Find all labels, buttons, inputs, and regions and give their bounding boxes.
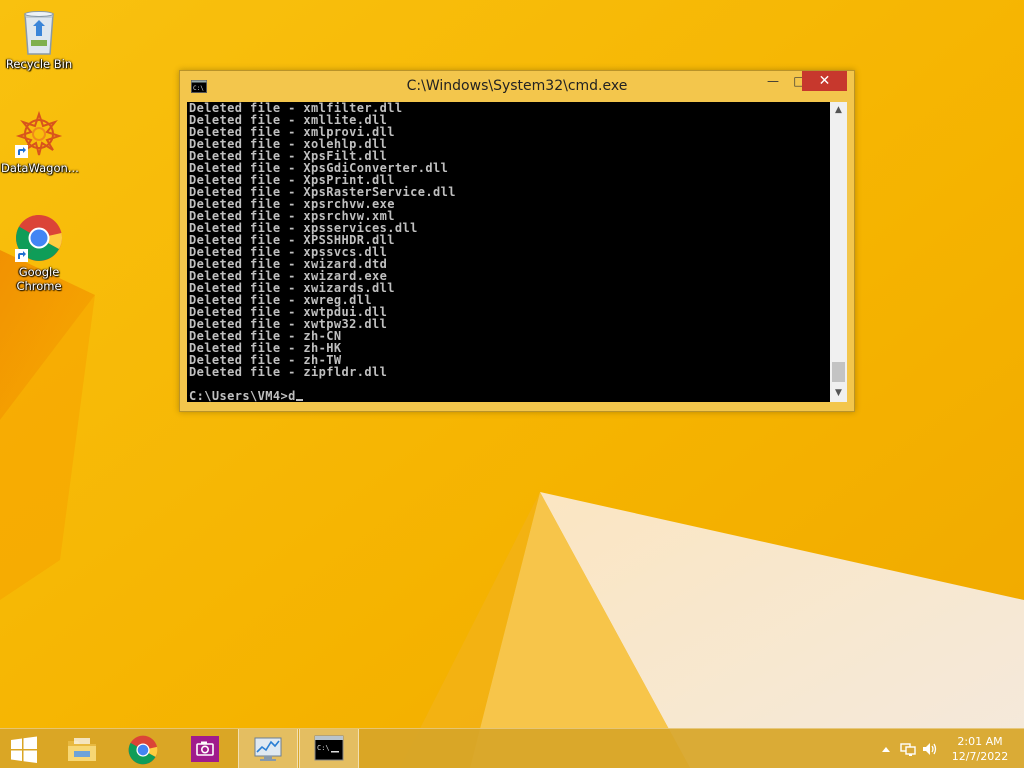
camera-icon [191, 736, 219, 762]
folder-icon [68, 738, 96, 761]
desktop-icon-label: Recycle Bin [5, 57, 73, 71]
desktop-icon-label: DataWagon... [1, 161, 79, 175]
shortcut-arrow-icon [15, 145, 28, 158]
scroll-up-icon[interactable]: ▲ [830, 102, 847, 119]
svg-text:C:\: C:\ [317, 744, 330, 752]
taskbar-camera[interactable] [176, 729, 234, 768]
volume-icon[interactable] [922, 742, 938, 756]
clock-time: 2:01 AM [957, 735, 1003, 748]
taskbar-task-manager[interactable] [238, 729, 298, 768]
taskbar-file-explorer[interactable] [52, 729, 110, 768]
console-output[interactable]: Deleted file - xmlfilter.dll Deleted file… [187, 102, 830, 402]
show-hidden-icons-icon[interactable] [878, 742, 894, 756]
console-line: Deleted file - zipfldr.dll [189, 365, 388, 379]
clock-date: 12/7/2022 [951, 750, 1009, 763]
command-prompt-line: C:\Users\VM4>d [189, 390, 456, 402]
windows-logo-icon [11, 736, 37, 763]
chrome-icon [128, 735, 158, 765]
scroll-down-icon[interactable]: ▼ [830, 385, 847, 402]
close-button[interactable]: ✕ [802, 71, 847, 91]
console-text: Deleted file - xmlfilter.dll Deleted file… [189, 102, 456, 402]
window-title: C:\Windows\System32\cmd.exe [406, 78, 628, 94]
desktop-icon-datawagon[interactable]: DataWagon... [1, 110, 79, 175]
minimize-button[interactable]: — [760, 71, 786, 91]
start-button[interactable] [0, 729, 48, 768]
taskbar-chrome[interactable] [114, 729, 172, 768]
network-icon[interactable] [900, 742, 916, 756]
monitor-chart-icon [254, 737, 282, 761]
console-icon: C:\ [314, 735, 344, 761]
desktop-icon-recycle-bin[interactable]: Recycle Bin [1, 6, 77, 71]
cmd-window[interactable]: C:\ C:\Windows\System32\cmd.exe — □ ✕ De… [179, 70, 855, 412]
shortcut-arrow-icon [15, 249, 28, 262]
chrome-icon [15, 214, 63, 262]
desktop-icon-label: Google Chrome [16, 265, 62, 293]
system-tray: 2:01 AM 12/7/2022 [864, 729, 1024, 768]
taskbar-cmd[interactable]: C:\ [299, 729, 359, 768]
clock[interactable]: 2:01 AM 12/7/2022 [950, 734, 1010, 764]
window-titlebar[interactable]: C:\ C:\Windows\System32\cmd.exe — □ ✕ [180, 71, 854, 102]
text-cursor [295, 399, 303, 401]
recycle-bin-icon [15, 6, 63, 55]
desktop: Recycle Bin DataWagon... Google Chrome C… [0, 0, 1024, 768]
taskbar: C:\ 2:01 AM 12/7/2022 [0, 728, 1024, 768]
vertical-scrollbar[interactable]: ▲ ▼ [830, 102, 847, 402]
desktop-icon-google-chrome[interactable]: Google Chrome [1, 214, 77, 293]
scroll-thumb[interactable] [832, 362, 845, 382]
datawagon-icon [15, 110, 63, 158]
